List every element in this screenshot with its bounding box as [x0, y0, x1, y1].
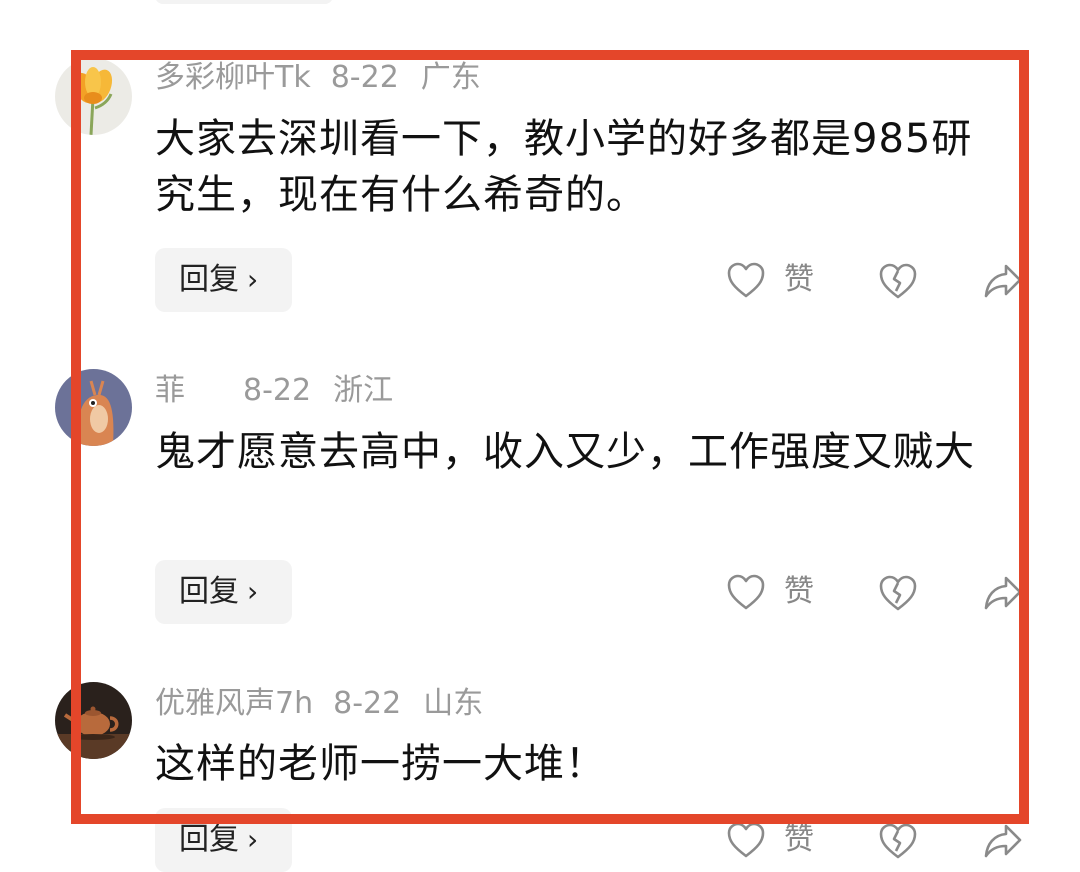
- like-label[interactable]: 赞: [784, 572, 814, 612]
- comment-meta: 优雅风声7h 8-22 山东: [155, 684, 483, 724]
- like-button[interactable]: [726, 261, 766, 299]
- reply-button[interactable]: 回复 ›: [155, 560, 292, 624]
- username[interactable]: 菲: [155, 371, 223, 411]
- comment-text: 大家去深圳看一下，教小学的好多都是985研究生，现在有什么希奇的。: [155, 116, 973, 218]
- avatar[interactable]: [55, 58, 132, 135]
- chevron-right-icon: ›: [247, 823, 259, 856]
- avatar[interactable]: [55, 369, 132, 446]
- comment-location: 广东: [420, 60, 481, 95]
- heart-outline-icon: [727, 262, 765, 298]
- username[interactable]: 多彩柳叶Tk: [155, 58, 311, 98]
- like-label[interactable]: 赞: [784, 820, 814, 860]
- previous-reply-button-stub[interactable]: [155, 0, 333, 4]
- teapot-icon: [55, 682, 132, 759]
- like-label[interactable]: 赞: [784, 260, 814, 300]
- comment-location: 浙江: [333, 373, 394, 408]
- dislike-button[interactable]: [878, 822, 918, 860]
- comment-location: 山东: [423, 686, 484, 721]
- comment-text: 这样的老师一捞一大堆！: [155, 741, 606, 787]
- cartoon-creature-icon: [55, 369, 132, 446]
- reply-button[interactable]: 回复 ›: [155, 808, 292, 872]
- share-button[interactable]: [983, 574, 1023, 612]
- reply-button[interactable]: 回复 ›: [155, 248, 292, 312]
- comment-meta: 多彩柳叶Tk 8-22 广东: [155, 58, 481, 98]
- comment-date: 8-22: [333, 686, 402, 721]
- share-arrow-icon: [984, 576, 1022, 610]
- broken-heart-icon: [879, 823, 917, 859]
- comment-date: 8-22: [330, 60, 399, 95]
- reply-label: 回复: [179, 822, 239, 857]
- heart-outline-icon: [727, 822, 765, 858]
- avatar[interactable]: [55, 682, 132, 759]
- yellow-flower-icon: [55, 58, 132, 135]
- reply-label: 回复: [179, 262, 239, 297]
- share-arrow-icon: [984, 264, 1022, 298]
- dislike-button[interactable]: [878, 262, 918, 300]
- like-button[interactable]: [726, 573, 766, 611]
- broken-heart-icon: [879, 263, 917, 299]
- comment-text: 鬼才愿意去高中，收入又少，工作强度又贼大: [155, 429, 975, 475]
- share-button[interactable]: [983, 262, 1023, 300]
- share-arrow-icon: [984, 824, 1022, 858]
- chevron-right-icon: ›: [247, 263, 259, 296]
- broken-heart-icon: [879, 575, 917, 611]
- dislike-button[interactable]: [878, 574, 918, 612]
- username[interactable]: 优雅风声7h: [155, 684, 313, 724]
- comment-date: 8-22: [243, 373, 312, 408]
- reply-label: 回复: [179, 574, 239, 609]
- comment-meta: 菲 8-22 浙江: [155, 371, 393, 411]
- share-button[interactable]: [983, 822, 1023, 860]
- heart-outline-icon: [727, 574, 765, 610]
- like-button[interactable]: [726, 821, 766, 859]
- chevron-right-icon: ›: [247, 575, 259, 608]
